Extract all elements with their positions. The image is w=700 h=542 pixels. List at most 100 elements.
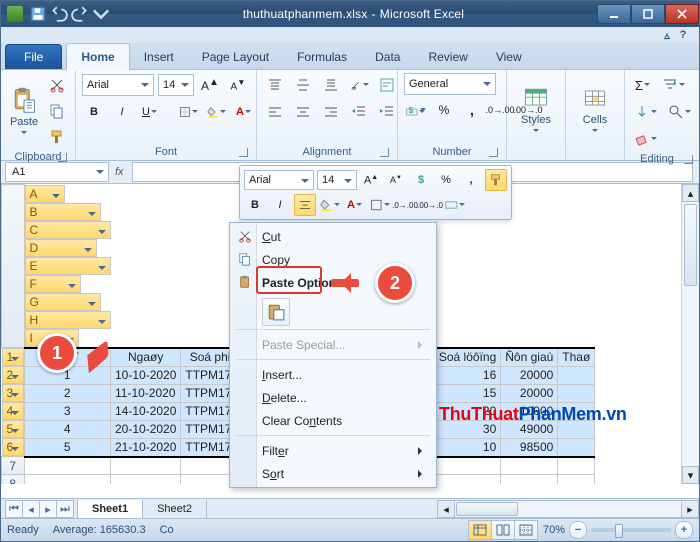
format-painter-icon[interactable] — [485, 169, 507, 191]
grow-font-icon[interactable]: A▲ — [360, 169, 382, 191]
cell[interactable] — [558, 384, 595, 402]
decrease-decimal-icon[interactable]: .00→.0 — [419, 194, 441, 216]
italic-button[interactable]: I — [110, 100, 134, 124]
cell[interactable]: 98500 — [501, 438, 558, 457]
mini-size-select[interactable]: 14 — [317, 170, 357, 190]
bold-button[interactable]: B — [82, 100, 106, 124]
align-middle-icon[interactable] — [291, 73, 315, 97]
cell[interactable] — [501, 475, 558, 485]
row-header-2[interactable]: 2 — [2, 366, 24, 384]
view-page-break-icon[interactable] — [514, 520, 538, 540]
col-header-C[interactable]: C — [25, 221, 111, 239]
select-all-cell[interactable] — [2, 185, 25, 348]
view-normal-icon[interactable] — [468, 520, 492, 540]
clear-icon[interactable] — [631, 127, 661, 151]
menu-clear-contents[interactable]: Clear Contents — [232, 409, 434, 432]
fill-icon[interactable] — [631, 100, 661, 124]
font-name-select[interactable]: Arial — [82, 74, 154, 96]
undo-icon[interactable] — [50, 5, 68, 23]
cell[interactable]: Ngaøy — [111, 348, 181, 367]
cell[interactable] — [24, 457, 111, 475]
zoom-out-button[interactable]: − — [569, 521, 587, 539]
cell[interactable]: 20000 — [501, 384, 558, 402]
cell[interactable] — [501, 457, 558, 475]
col-header-H[interactable]: H — [25, 311, 111, 329]
orientation-icon[interactable]: ab — [347, 73, 371, 97]
cell[interactable]: 10-10-2020 — [111, 366, 181, 384]
row-header-6[interactable]: 6 — [2, 438, 24, 456]
sheet-tab-1[interactable]: Sheet1 — [77, 500, 143, 519]
row-header-1[interactable]: 1 — [2, 348, 24, 366]
cell[interactable]: 14-10-2020 — [111, 402, 181, 420]
tab-view[interactable]: View — [482, 44, 536, 69]
menu-delete[interactable]: Delete... — [232, 386, 434, 409]
minimize-ribbon-icon[interactable]: ▵ — [659, 28, 675, 42]
file-tab[interactable]: File — [5, 44, 62, 69]
scroll-left-icon[interactable]: ◂ — [438, 501, 455, 517]
align-center-icon[interactable] — [294, 194, 316, 216]
col-header-I[interactable]: I — [25, 329, 79, 347]
cell[interactable]: 5 — [24, 438, 111, 457]
fill-color-icon[interactable] — [204, 100, 228, 124]
increase-indent-icon[interactable] — [375, 100, 399, 124]
align-right-icon[interactable] — [319, 100, 343, 124]
help-icon[interactable]: ? — [675, 28, 691, 42]
merge-center-icon[interactable] — [444, 194, 466, 216]
sheet-nav-next[interactable]: ▸ — [39, 500, 57, 518]
cell[interactable] — [558, 475, 595, 485]
cell[interactable] — [24, 475, 111, 485]
cell[interactable]: 1 — [24, 366, 111, 384]
increase-decimal-icon[interactable]: .0→.00 — [394, 194, 416, 216]
cell[interactable] — [558, 457, 595, 475]
decrease-indent-icon[interactable] — [347, 100, 371, 124]
comma-format-icon[interactable]: , — [460, 169, 482, 191]
borders-icon[interactable] — [369, 194, 391, 216]
cells-button[interactable]: Cells — [572, 73, 618, 145]
col-header-G[interactable]: G — [25, 293, 101, 311]
font-size-select[interactable]: 14 — [158, 74, 194, 96]
italic-button[interactable]: I — [269, 194, 291, 216]
comma-format-icon[interactable]: , — [460, 98, 484, 122]
shrink-font-icon[interactable]: A▼ — [385, 169, 407, 191]
col-header-E[interactable]: E — [25, 257, 111, 275]
cell[interactable]: Ñôn giaù — [501, 348, 558, 367]
font-color-icon[interactable]: A — [232, 100, 256, 124]
cell[interactable]: 4 — [24, 420, 111, 438]
sheet-nav-prev[interactable]: ◂ — [22, 500, 40, 518]
format-painter-icon[interactable] — [45, 125, 69, 149]
sheet-tab-2[interactable]: Sheet2 — [142, 500, 207, 519]
tab-insert[interactable]: Insert — [130, 44, 188, 69]
close-button[interactable] — [665, 4, 699, 24]
cell[interactable]: Soá löôïng — [434, 348, 500, 367]
col-header-D[interactable]: D — [25, 239, 97, 257]
cell[interactable] — [558, 438, 595, 457]
cell[interactable]: 16 — [434, 366, 500, 384]
borders-icon[interactable] — [176, 100, 200, 124]
percent-format-icon[interactable]: % — [435, 169, 457, 191]
accounting-format-icon[interactable]: $ — [410, 169, 432, 191]
view-page-layout-icon[interactable] — [491, 520, 515, 540]
mini-font-select[interactable]: Arial — [244, 170, 314, 190]
zoom-value[interactable]: 70% — [543, 524, 565, 536]
cell[interactable]: 11-10-2020 — [111, 384, 181, 402]
grow-font-icon[interactable]: A▲ — [198, 73, 222, 97]
name-box[interactable]: A1 — [5, 162, 109, 182]
cell[interactable]: 2 — [24, 384, 111, 402]
maximize-button[interactable] — [631, 4, 665, 24]
styles-button[interactable]: Styles — [513, 73, 559, 145]
align-bottom-icon[interactable] — [319, 73, 343, 97]
row-header-3[interactable]: 3 — [2, 384, 24, 402]
sheet-nav-first[interactable]: ⏮ — [5, 500, 23, 518]
tab-page-layout[interactable]: Page Layout — [188, 44, 283, 69]
hscroll-thumb[interactable] — [456, 502, 518, 516]
minimize-button[interactable] — [597, 4, 631, 24]
sheet-nav-last[interactable]: ⏭ — [56, 500, 74, 518]
col-header-A[interactable]: A — [25, 185, 65, 203]
fill-color-icon[interactable] — [319, 194, 341, 216]
tab-review[interactable]: Review — [414, 44, 481, 69]
percent-format-icon[interactable]: % — [432, 98, 456, 122]
number-format-select[interactable]: General — [404, 73, 496, 95]
tab-data[interactable]: Data — [361, 44, 414, 69]
menu-cut[interactable]: CuCutt — [232, 225, 434, 248]
cell[interactable] — [111, 475, 181, 485]
